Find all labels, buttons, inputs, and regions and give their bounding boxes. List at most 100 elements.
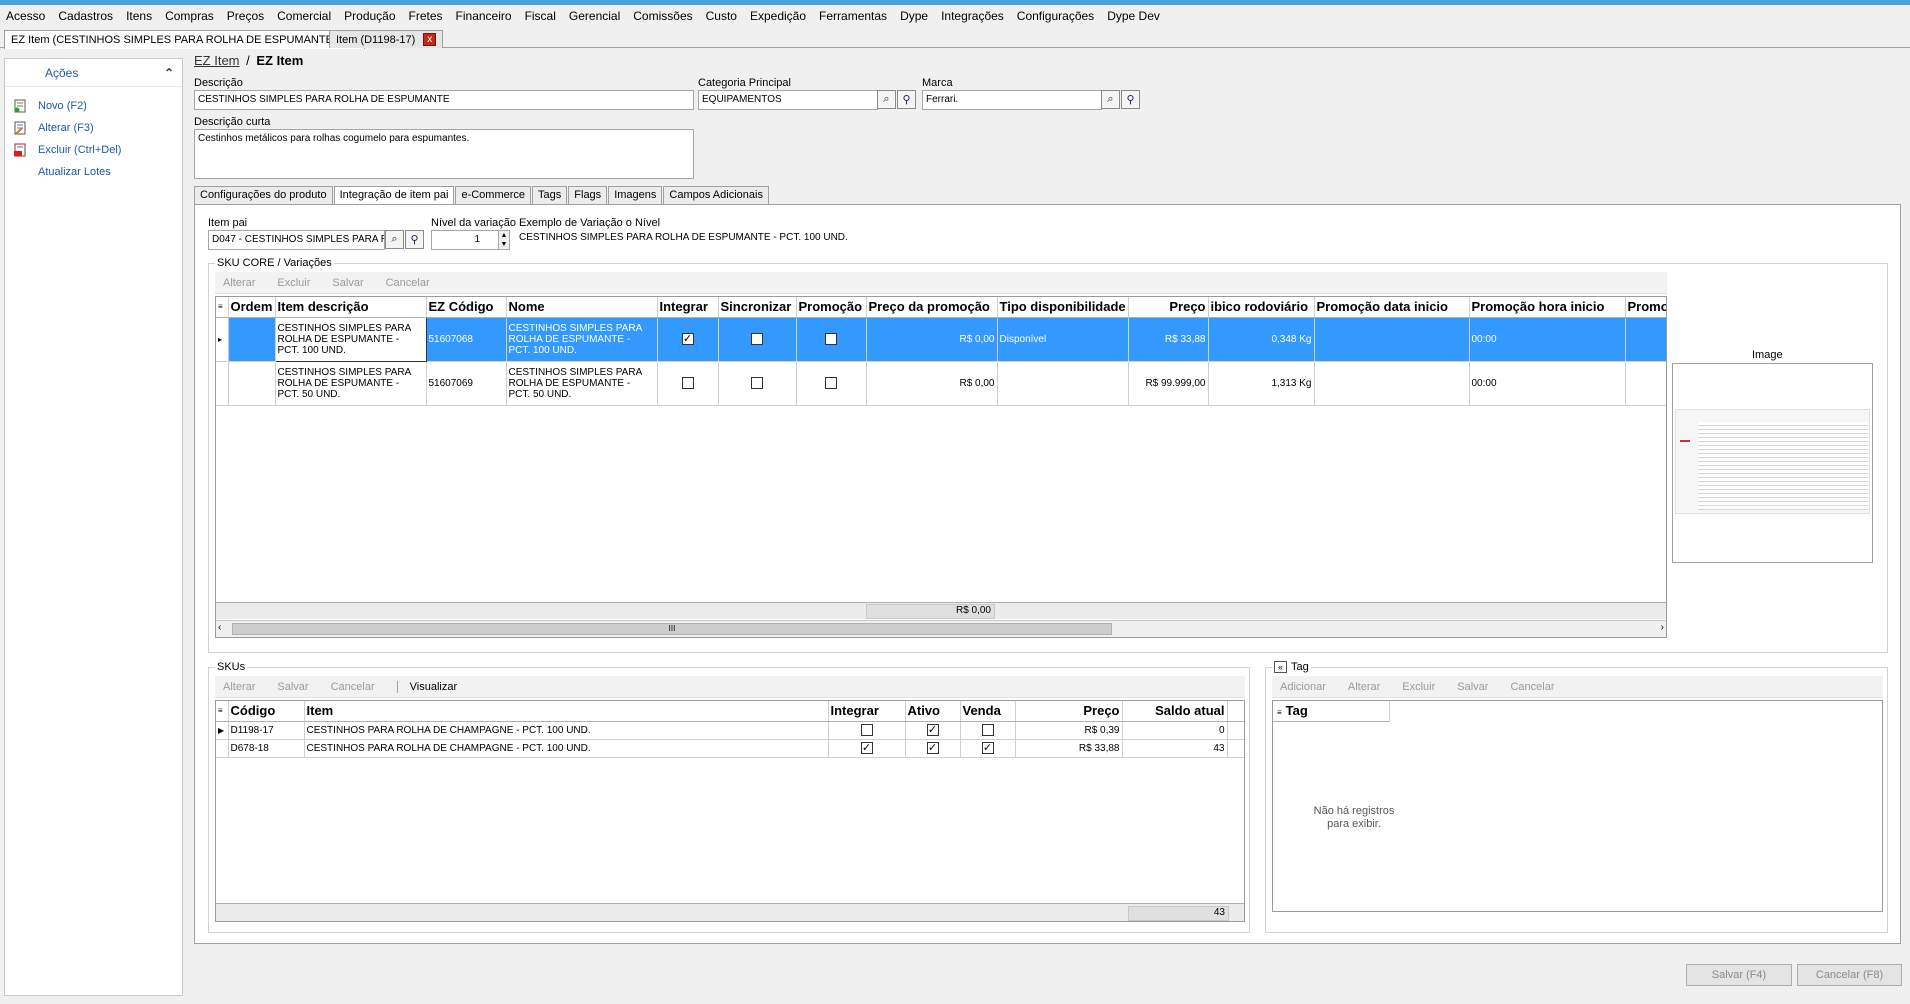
column-promocao-hora-inicio[interactable]: Promoção hora inicio (1469, 297, 1626, 318)
search-icon[interactable]: ⌕ (385, 230, 404, 249)
cell-promo[interactable] (1625, 361, 1666, 406)
column-chooser-icon[interactable]: ≡ (216, 297, 229, 318)
cell-tipo-disponibilidade[interactable]: Disponível (997, 317, 1129, 362)
column-cubico-rodoviario[interactable]: ibico rodoviário (1208, 297, 1315, 318)
cell-nome[interactable]: CESTINHOS SIMPLES PARA ROLHA DE ESPUMANT… (506, 361, 658, 406)
sku-core-excluir-button[interactable]: Excluir (277, 277, 310, 289)
cell-hora-inicio[interactable]: 00:00 (1469, 317, 1626, 362)
cell-codigo[interactable]: D1198-17 (228, 721, 305, 740)
action-excluir[interactable]: Excluir (Ctrl+Del) (5, 139, 182, 161)
column-preco-promocao[interactable]: Preço da promoção (866, 297, 998, 318)
tab-integracao-item-pai[interactable]: Integração de item pai (333, 186, 455, 206)
menu-comercial[interactable]: Comercial (277, 9, 331, 23)
menu-cadastros[interactable]: Cadastros (58, 9, 113, 23)
menu-integracoes[interactable]: Integrações (941, 9, 1004, 23)
cell-ez-codigo[interactable]: 51607069 (426, 361, 507, 406)
column-preco[interactable]: Preço (1128, 297, 1209, 318)
column-promocao-data-inicio[interactable]: Promoção data inicio (1314, 297, 1470, 318)
column-nome[interactable]: Nome (506, 297, 658, 318)
tag-column-header[interactable]: ≡ Tag (1273, 701, 1390, 722)
column-saldo-atual[interactable]: Saldo atual (1122, 701, 1228, 722)
column-promo[interactable]: Promo (1625, 297, 1666, 318)
skus-salvar-button[interactable]: Salvar (277, 681, 308, 693)
binoculars-icon[interactable]: ⚲ (897, 90, 916, 109)
column-ordem[interactable]: Ordem (228, 297, 276, 318)
save-button[interactable]: Salvar (F4) (1686, 964, 1792, 986)
action-atualizar-lotes[interactable]: Atualizar Lotes (5, 161, 182, 183)
cell-integrar[interactable] (828, 721, 906, 740)
column-chooser-icon[interactable]: ≡ (1277, 708, 1282, 717)
tab-flags[interactable]: Flags (568, 186, 608, 205)
cell-data-inicio[interactable] (1314, 317, 1470, 362)
cell-data-inicio[interactable] (1314, 361, 1470, 406)
breadcrumb-link[interactable]: EZ Item (194, 53, 240, 68)
menu-financeiro[interactable]: Financeiro (456, 9, 512, 23)
column-integrar[interactable]: Integrar (828, 701, 906, 722)
item-pai-field[interactable]: D047 - CESTINHOS SIMPLES PARA ROLHA (208, 230, 385, 250)
cell-ez-codigo[interactable]: 51607068 (426, 317, 507, 362)
cell-preco-promocao[interactable]: R$ 0,00 (866, 317, 998, 362)
nivel-stepper[interactable]: 1 (431, 230, 499, 250)
cell-saldo[interactable]: 0 (1122, 721, 1228, 740)
cell-cubico[interactable]: 0,348 Kg (1208, 317, 1315, 362)
sku-core-cancelar-button[interactable]: Cancelar (386, 277, 430, 289)
column-sincronizar[interactable]: Sincronizar (718, 297, 797, 318)
search-icon[interactable]: ⌕ (1101, 90, 1120, 109)
column-promocao[interactable]: Promoção (796, 297, 867, 318)
cell-integrar[interactable] (657, 361, 719, 406)
menu-configuracoes[interactable]: Configurações (1017, 9, 1094, 23)
cell-item-descricao[interactable]: CESTINHOS SIMPLES PARA ROLHA DE ESPUMANT… (275, 361, 427, 406)
cell-ordem[interactable] (228, 361, 276, 406)
tag-excluir-button[interactable]: Excluir (1402, 681, 1435, 693)
venda-checkbox[interactable] (981, 724, 994, 736)
tag-alterar-button[interactable]: Alterar (1348, 681, 1380, 693)
tab-configuracoes-produto[interactable]: Configurações do produto (194, 186, 333, 205)
menu-acesso[interactable]: Acesso (6, 9, 45, 23)
promocao-checkbox[interactable] (825, 333, 837, 345)
cell-item[interactable]: CESTINHOS PARA ROLHA DE CHAMPAGNE - PCT.… (304, 721, 829, 740)
cell-preco[interactable]: R$ 0,39 (1015, 721, 1123, 740)
collapse-icon[interactable]: « (1274, 661, 1287, 673)
cell-ativo[interactable]: ✓ (905, 721, 961, 740)
tag-salvar-button[interactable]: Salvar (1457, 681, 1488, 693)
column-venda[interactable]: Venda (960, 701, 1016, 722)
actions-header[interactable]: Ações ⌃ (5, 59, 182, 87)
cell-ativo[interactable]: ✓ (905, 739, 961, 758)
venda-checkbox[interactable]: ✓ (981, 742, 994, 754)
marca-field[interactable]: Ferrari. (922, 90, 1102, 110)
menu-compras[interactable]: Compras (165, 9, 214, 23)
cell-promocao[interactable] (796, 317, 867, 362)
menu-fretes[interactable]: Fretes (409, 9, 443, 23)
tag-cancelar-button[interactable]: Cancelar (1510, 681, 1554, 693)
chevron-up-icon[interactable]: ⌃ (164, 66, 174, 80)
cell-promocao[interactable] (796, 361, 867, 406)
binoculars-icon[interactable]: ⚲ (405, 230, 424, 249)
menu-fiscal[interactable]: Fiscal (525, 9, 556, 23)
categoria-field[interactable]: EQUIPAMENTOS (698, 90, 878, 110)
menu-dype-dev[interactable]: Dype Dev (1107, 9, 1160, 23)
scroll-left-icon[interactable]: ‹ (218, 622, 221, 633)
sku-core-alterar-button[interactable]: Alterar (223, 277, 255, 289)
skus-visualizar-button[interactable]: Visualizar (396, 680, 457, 693)
scroll-thumb[interactable]: III (232, 623, 1112, 635)
cell-sincronizar[interactable] (718, 317, 797, 362)
ativo-checkbox[interactable]: ✓ (926, 742, 939, 754)
column-item[interactable]: Item (304, 701, 829, 722)
cell-preco[interactable]: R$ 33,88 (1015, 739, 1123, 758)
cell-item[interactable]: CESTINHOS PARA ROLHA DE CHAMPAGNE - PCT.… (304, 739, 829, 758)
sku-core-salvar-button[interactable]: Salvar (332, 277, 363, 289)
scroll-right-icon[interactable]: › (1661, 622, 1664, 633)
integrar-checkbox[interactable]: ✓ (860, 742, 873, 754)
cell-saldo[interactable]: 43 (1122, 739, 1228, 758)
tab-ecommerce[interactable]: e-Commerce (455, 186, 532, 205)
menu-expedicao[interactable]: Expedição (750, 9, 806, 23)
search-icon[interactable]: ⌕ (877, 90, 896, 109)
cell-item-descricao[interactable]: CESTINHOS SIMPLES PARA ROLHA DE ESPUMANT… (274, 316, 427, 362)
integrar-checkbox[interactable] (860, 724, 873, 736)
cell-venda[interactable]: ✓ (960, 739, 1016, 758)
menu-dype[interactable]: Dype (900, 9, 928, 23)
table-row[interactable]: D678-18 CESTINHOS PARA ROLHA DE CHAMPAGN… (216, 739, 1244, 758)
descricao-field[interactable]: CESTINHOS SIMPLES PARA ROLHA DE ESPUMANT… (194, 90, 694, 110)
integrar-checkbox[interactable] (681, 377, 694, 389)
cell-integrar[interactable]: ✓ (657, 317, 719, 362)
